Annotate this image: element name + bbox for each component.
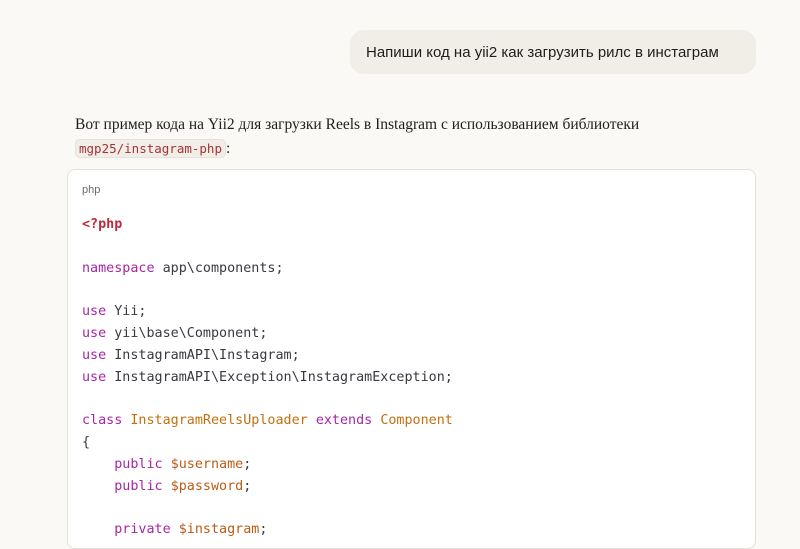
code-line: use yii\base\Component; xyxy=(82,323,453,345)
code-token: Yii; xyxy=(106,304,147,320)
code-token: class xyxy=(82,413,123,429)
code-token: yii\base\Component; xyxy=(106,325,268,341)
code-line: { xyxy=(82,432,453,454)
code-token: namespace xyxy=(82,260,155,276)
code-line: use InstagramAPI\Exception\InstagramExce… xyxy=(82,367,453,389)
code-line: public $password; xyxy=(82,476,453,498)
code-token: use xyxy=(82,347,107,363)
code-token: ; xyxy=(243,478,252,494)
code-token: public xyxy=(114,478,163,494)
code-token: InstagramAPI\Exception\InstagramExceptio… xyxy=(106,369,453,385)
code-token: public xyxy=(114,456,163,472)
code-token: $instagram xyxy=(178,522,260,538)
code-block: php <?php namespace app\components; use … xyxy=(67,169,756,549)
code-line: use Yii; xyxy=(82,301,453,323)
code-token: $username xyxy=(170,456,244,472)
code-line: private $instagram; xyxy=(82,519,453,541)
assistant-intro: Вот пример кода на Yii2 для загрузки Ree… xyxy=(75,116,640,133)
code-token: extends xyxy=(315,413,373,429)
code-token: ; xyxy=(243,456,252,472)
code-line: <?php xyxy=(82,214,453,236)
code-token: ; xyxy=(259,522,268,538)
user-message-text: Напиши код на yii2 как загрузить рилс в … xyxy=(366,43,719,61)
code-token: private xyxy=(114,522,171,538)
code-line: public $username; xyxy=(82,454,453,476)
library-inline-code: mgp25/instagram-php xyxy=(75,139,226,158)
code-language-label: php xyxy=(82,184,101,196)
code-token: Component xyxy=(380,413,453,429)
code-line: namespace app\components; xyxy=(82,258,453,280)
code-body: <?php namespace app\components; use Yii;… xyxy=(82,214,453,541)
code-token: <?php xyxy=(82,217,123,232)
code-token: use xyxy=(82,304,107,320)
code-token: $password xyxy=(170,478,244,494)
code-token: app\components; xyxy=(154,260,284,276)
code-token: InstagramAPI\Instagram; xyxy=(106,347,300,363)
code-token: use xyxy=(82,369,107,385)
code-line: use InstagramAPI\Instagram; xyxy=(82,345,453,367)
code-token: InstagramReelsUploader xyxy=(130,413,308,429)
code-token: { xyxy=(82,434,91,450)
code-token: use xyxy=(82,325,107,341)
user-message-bubble: Напиши код на yii2 как загрузить рилс в … xyxy=(350,30,756,74)
assistant-suffix: : xyxy=(226,140,231,157)
assistant-response-text: Вот пример кода на Yii2 для загрузки Ree… xyxy=(75,113,755,161)
code-line: class InstagramReelsUploader extends Com… xyxy=(82,410,453,432)
